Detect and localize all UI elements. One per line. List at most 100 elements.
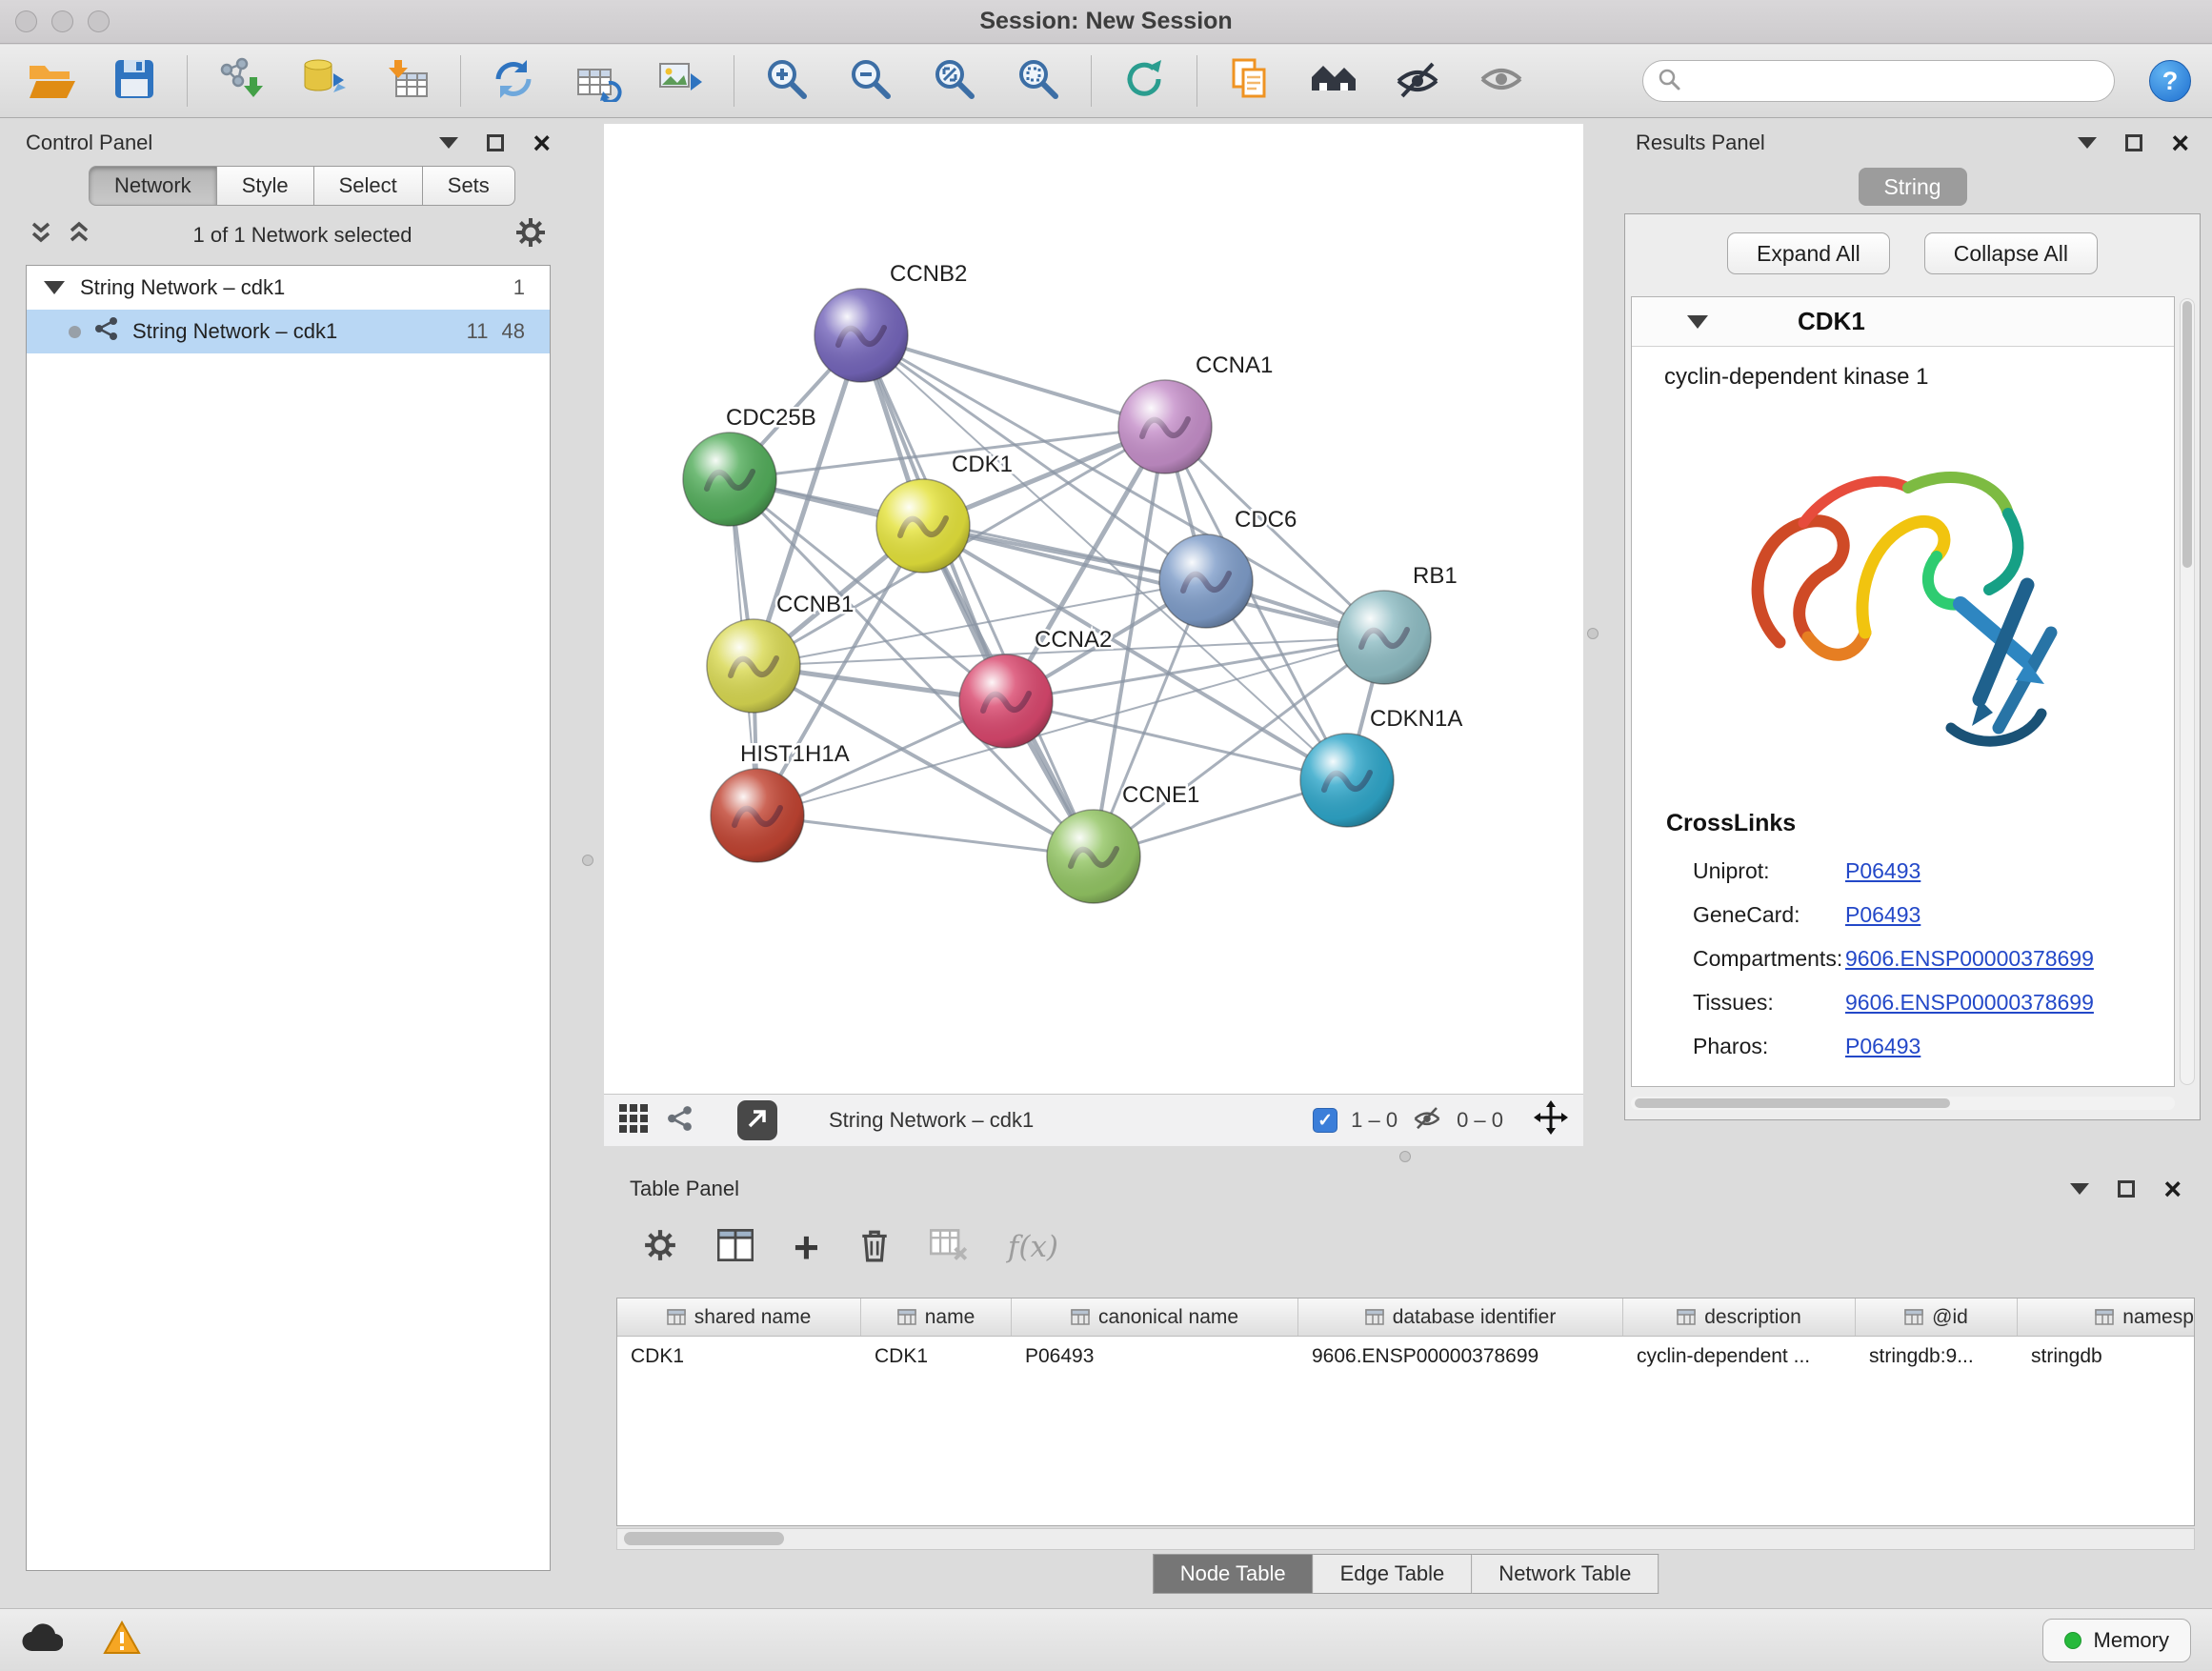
panel-menu-icon[interactable]	[439, 137, 458, 149]
crosslink-row: Uniprot:P06493	[1666, 849, 2174, 893]
tab-network[interactable]: Network	[89, 166, 217, 206]
scrollbar-thumb[interactable]	[624, 1532, 784, 1545]
tab-style[interactable]: Style	[217, 166, 314, 206]
cloud-icon[interactable]	[21, 1622, 63, 1658]
delete-column-trash-icon[interactable]	[859, 1228, 890, 1267]
tab-network-table[interactable]: Network Table	[1472, 1554, 1659, 1594]
column-header-database-identifier[interactable]: database identifier	[1298, 1299, 1623, 1336]
network-selection-summary: 1 of 1 Network selected	[106, 223, 499, 248]
expand-all-button[interactable]: Expand All	[1727, 232, 1890, 274]
panel-close-icon[interactable]	[2171, 128, 2189, 159]
network-share-icon[interactable]	[667, 1105, 694, 1137]
table-row[interactable]: CDK1 CDK1 P06493 9606.ENSP00000378699 cy…	[617, 1337, 2194, 1377]
network-node-cdk1[interactable]: CDK1	[876, 452, 1013, 573]
tab-node-table[interactable]: Node Table	[1153, 1554, 1314, 1594]
panel-menu-icon[interactable]	[2070, 1183, 2089, 1195]
compartments-link[interactable]: 9606.ENSP00000378699	[1845, 946, 2094, 972]
network-node-hist1h1a[interactable]: HIST1H1A	[711, 741, 850, 862]
results-vertical-scrollbar[interactable]	[2180, 298, 2195, 1085]
delete-table-icon[interactable]	[930, 1229, 968, 1266]
network-node-cdc25b[interactable]: CDC25B	[683, 405, 816, 526]
collection-expand-icon[interactable]	[44, 281, 65, 294]
database-import-icon	[299, 56, 349, 107]
tab-string[interactable]: String	[1859, 168, 1967, 206]
minimize-window-button[interactable]	[51, 10, 73, 32]
show-view-button[interactable]	[1464, 50, 1538, 112]
panel-close-icon[interactable]	[533, 128, 551, 159]
column-header-namespace[interactable]: namespace	[2018, 1299, 2195, 1336]
eye-icon	[1477, 56, 1526, 107]
column-header-shared-name[interactable]: shared name	[617, 1299, 861, 1336]
export-image-button[interactable]	[644, 50, 718, 112]
help-button[interactable]	[2149, 60, 2191, 102]
table-settings-gear-icon[interactable]	[643, 1228, 677, 1267]
uniprot-link[interactable]: P06493	[1845, 858, 1920, 884]
memory-button[interactable]: Memory	[2042, 1619, 2191, 1662]
genecard-link[interactable]: P06493	[1845, 902, 1920, 928]
panel-float-icon[interactable]	[487, 134, 504, 151]
close-window-button[interactable]	[15, 10, 37, 32]
results-horizontal-scrollbar[interactable]	[1631, 1097, 2175, 1110]
home-button[interactable]	[1297, 50, 1371, 112]
export-network-button[interactable]	[737, 1100, 777, 1140]
show-columns-icon[interactable]	[717, 1229, 754, 1266]
panel-float-icon[interactable]	[2125, 134, 2142, 151]
network-node-rb1[interactable]: RB1	[1337, 563, 1458, 684]
zoom-in-button[interactable]	[750, 50, 824, 112]
panel-menu-icon[interactable]	[2078, 137, 2097, 149]
scrollbar-thumb[interactable]	[1635, 1098, 1950, 1108]
new-table-button[interactable]	[560, 50, 634, 112]
new-network-button[interactable]	[476, 50, 551, 112]
zoom-window-button[interactable]	[88, 10, 110, 32]
scrollbar-thumb[interactable]	[2182, 301, 2192, 568]
column-header-name[interactable]: name	[861, 1299, 1012, 1336]
open-session-button[interactable]	[13, 50, 88, 112]
gear-icon[interactable]	[514, 216, 547, 254]
network-node-ccnb2[interactable]: CCNB2	[814, 261, 967, 382]
vertical-splitter-handle[interactable]	[1587, 628, 1599, 639]
collapse-section-icon[interactable]	[1687, 315, 1708, 329]
network-node-ccna1[interactable]: CCNA1	[1118, 352, 1273, 473]
protein-card-header[interactable]: CDK1	[1632, 297, 2174, 347]
move-crosshair-icon[interactable]	[1534, 1100, 1568, 1140]
tab-sets[interactable]: Sets	[423, 166, 515, 206]
collapse-all-button[interactable]: Collapse All	[1924, 232, 2098, 274]
zoom-out-button[interactable]	[834, 50, 908, 112]
selected-checkbox-icon[interactable]	[1313, 1108, 1337, 1133]
zoom-fit-button[interactable]	[917, 50, 992, 112]
horizontal-splitter-handle[interactable]	[1399, 1151, 1411, 1162]
network-collection-row[interactable]: String Network – cdk1 1	[27, 266, 550, 310]
pharos-link[interactable]: P06493	[1845, 1034, 1920, 1059]
import-table-file-button[interactable]	[371, 50, 445, 112]
import-table-icon	[383, 56, 432, 107]
network-node-cdkn1a[interactable]: CDKN1A	[1300, 706, 1462, 827]
table-horizontal-scrollbar[interactable]	[616, 1528, 2195, 1550]
vertical-splitter-handle[interactable]	[582, 855, 593, 866]
save-session-button[interactable]	[97, 50, 171, 112]
tissues-link[interactable]: 9606.ENSP00000378699	[1845, 990, 2094, 1016]
warning-icon[interactable]	[103, 1621, 141, 1660]
panel-close-icon[interactable]	[2163, 1174, 2182, 1205]
column-header-canonical-name[interactable]: canonical name	[1012, 1299, 1298, 1336]
column-header-description[interactable]: description	[1623, 1299, 1856, 1336]
expand-all-networks-icon[interactable]	[68, 220, 90, 251]
network-canvas[interactable]: CCNB2CCNA1CDC25BCDK1CDC6RB1CCNB1CCNA2CDK…	[604, 124, 1583, 1094]
add-column-plus-icon[interactable]: +	[794, 1225, 819, 1269]
save-icon	[111, 56, 157, 107]
import-network-database-button[interactable]	[287, 50, 361, 112]
search-input[interactable]	[1691, 69, 2101, 93]
panel-float-icon[interactable]	[2118, 1180, 2135, 1198]
tab-select[interactable]: Select	[314, 166, 423, 206]
zoom-selected-button[interactable]	[1001, 50, 1076, 112]
collapse-all-networks-icon[interactable]	[30, 220, 52, 251]
import-network-file-button[interactable]	[203, 50, 277, 112]
hidden-eye-slash-icon[interactable]	[1411, 1103, 1443, 1137]
copy-button[interactable]	[1213, 50, 1287, 112]
refresh-button[interactable]	[1107, 50, 1181, 112]
function-builder-icon[interactable]: f(x)	[1008, 1230, 1058, 1264]
network-row-selected[interactable]: String Network – cdk1 11 48	[27, 310, 550, 353]
column-header-id[interactable]: @id	[1856, 1299, 2018, 1336]
hide-charts-button[interactable]	[1380, 50, 1455, 112]
birdseye-grid-icon[interactable]	[619, 1104, 648, 1137]
tab-edge-table[interactable]: Edge Table	[1314, 1554, 1473, 1594]
